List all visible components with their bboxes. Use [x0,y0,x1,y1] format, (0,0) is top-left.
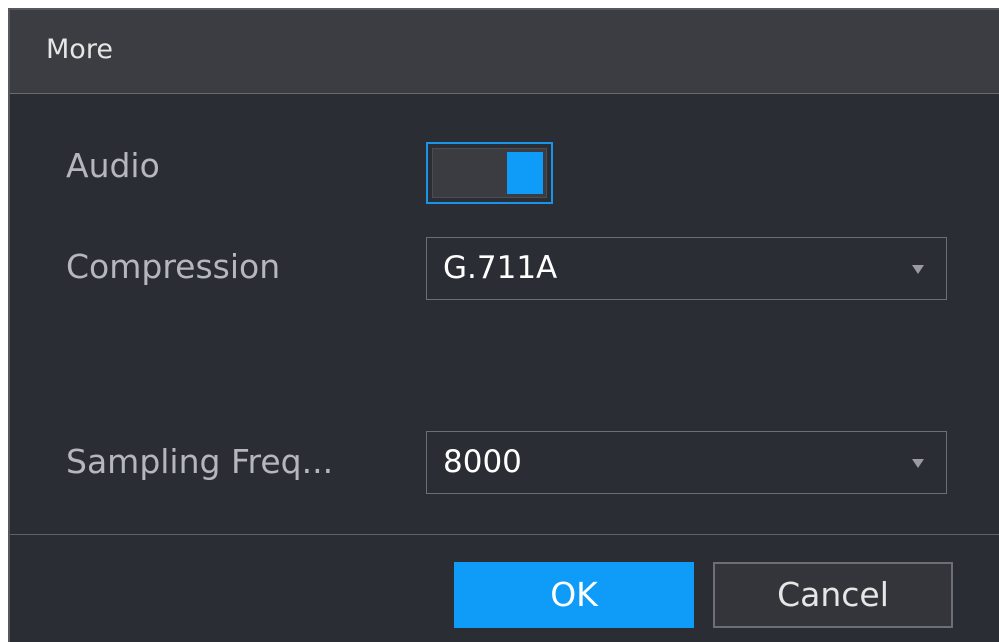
more-dialog: More Audio Compression G.711A Sampling F… [8,8,999,642]
footer-divider [10,534,999,535]
ok-button[interactable]: OK [454,562,694,628]
sampling-frequency-label: Sampling Freq... [66,442,334,481]
sampling-frequency-select[interactable]: 8000 [426,431,947,494]
audio-toggle[interactable] [426,142,553,204]
cancel-button[interactable]: Cancel [713,562,953,628]
audio-label: Audio [66,146,160,185]
compression-value: G.711A [443,250,558,286]
toggle-knob [507,152,543,194]
compression-select[interactable]: G.711A [426,237,947,300]
compression-label: Compression [66,247,281,286]
dialog-title: More [46,34,113,65]
dialog-titlebar: More [10,10,999,94]
sampling-frequency-value: 8000 [443,444,522,480]
dropdown-arrow-icon [912,459,924,468]
dropdown-arrow-icon [912,265,924,274]
